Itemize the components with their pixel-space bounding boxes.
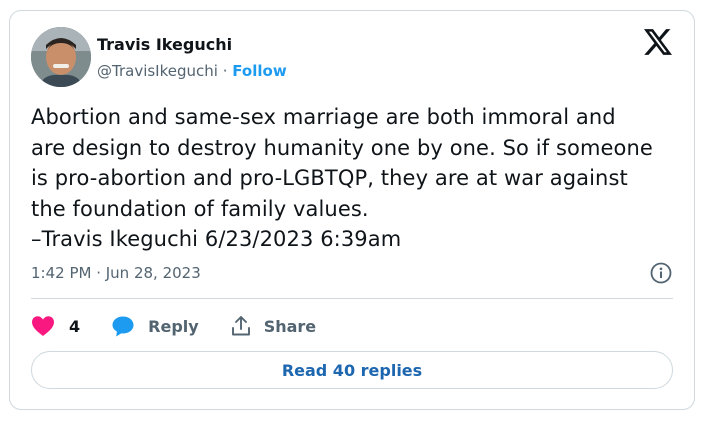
reply-button[interactable]: Reply bbox=[111, 315, 199, 337]
tweet-text: Abortion and same-sex marriage are both … bbox=[31, 105, 653, 251]
reply-label: Reply bbox=[148, 316, 199, 336]
author-handle[interactable]: @TravisIkeguchi bbox=[97, 62, 218, 80]
read-replies-button[interactable]: Read 40 replies bbox=[31, 351, 673, 389]
divider bbox=[31, 298, 673, 299]
x-logo-icon[interactable] bbox=[644, 29, 672, 55]
share-button[interactable]: Share bbox=[230, 315, 316, 337]
avatar-image bbox=[31, 27, 91, 87]
tweet-card: Travis Ikeguchi @TravisIkeguchi · Follow… bbox=[9, 10, 695, 410]
info-icon[interactable] bbox=[650, 262, 672, 284]
reply-bubble-icon bbox=[111, 315, 135, 337]
handle-separator: · bbox=[222, 62, 228, 80]
follow-button[interactable]: Follow bbox=[232, 62, 286, 80]
author-name[interactable]: Travis Ikeguchi bbox=[97, 35, 232, 54]
like-count: 4 bbox=[69, 316, 81, 336]
action-bar: 4 Reply Share bbox=[31, 311, 316, 341]
avatar[interactable] bbox=[31, 27, 91, 87]
share-icon bbox=[230, 315, 252, 337]
share-label: Share bbox=[263, 316, 317, 336]
tweet-timestamp[interactable]: 1:42 PM · Jun 28, 2023 bbox=[31, 264, 201, 282]
heart-icon bbox=[31, 315, 55, 337]
like-button[interactable]: 4 bbox=[31, 315, 80, 337]
author-handle-row: @TravisIkeguchi · Follow bbox=[97, 62, 287, 80]
